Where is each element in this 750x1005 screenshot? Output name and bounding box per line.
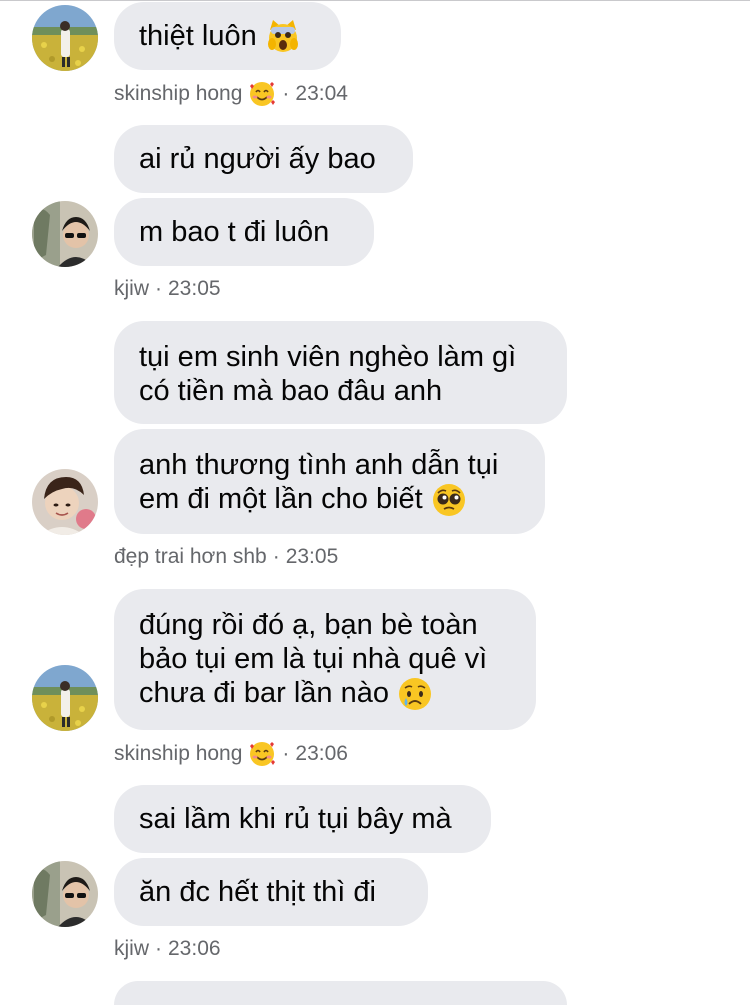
message-bubble[interactable]: m bao t đi luôn [114, 198, 374, 266]
message-bubble[interactable]: sai lầm khi rủ tụi bây mà [114, 785, 491, 853]
message-text: ai rủ người ấy bao [139, 143, 376, 175]
scream-emoji-icon [265, 18, 301, 54]
timestamp: 23:05 [168, 277, 221, 300]
message-meta: kjiw · 23:05 [114, 277, 221, 300]
sender-name: kjiw [114, 277, 149, 300]
message-line: tụi em sinh viên nghèo làm gì [139, 341, 517, 373]
message-line: bảo tụi em là tụi nhà quê vì [139, 643, 488, 675]
message-text: ăn đc hết thịt thì đi [139, 876, 376, 908]
message-line-with-emoji: chưa đi bar lần nào [139, 676, 511, 712]
top-divider [0, 0, 750, 1]
message-bubble[interactable]: đúng rồi đó ạ, bạn bè toàn bảo tụi em là… [114, 589, 536, 730]
message-bubble[interactable]: anh thương tình anh dẫn tụi em đi một lầ… [114, 429, 545, 534]
avatar-skinship-hong[interactable] [32, 5, 98, 71]
smiling-face-with-hearts-icon [248, 80, 276, 108]
avatar-sunglasses-photo [32, 201, 98, 267]
avatar-skinship-hong[interactable] [32, 665, 98, 731]
sender-name: kjiw [114, 937, 149, 960]
message-meta: skinship hong · 23:04 [114, 80, 348, 108]
avatar-dep-trai-hon-shb[interactable] [32, 469, 98, 535]
sender-name: đẹp trai hơn shb [114, 545, 267, 568]
message-text: thiệt luôn [139, 20, 257, 52]
message-bubble[interactable]: thiệt luôn [114, 2, 341, 70]
message-line-with-emoji: em đi một lần cho biết [139, 482, 520, 518]
timestamp: 23:06 [168, 937, 221, 960]
message-bubble[interactable]: ai rủ người ấy bao [114, 125, 413, 193]
timestamp: 23:06 [295, 742, 348, 765]
sender-name: skinship hong [114, 742, 243, 765]
avatar-sunglasses-photo [32, 861, 98, 927]
message-bubble[interactable]: ăn đc hết thịt thì đi [114, 858, 428, 926]
crying-face-icon [397, 676, 433, 712]
message-meta: đẹp trai hơn shb · 23:05 [114, 545, 339, 568]
timestamp: 23:05 [285, 545, 339, 568]
timestamp: 23:04 [295, 82, 348, 105]
message-text: sai lầm khi rủ tụi bây mà [139, 803, 452, 835]
message-line: chưa đi bar lần nào [139, 677, 389, 709]
message-meta: skinship hong · 23:06 [114, 740, 348, 768]
sender-name: skinship hong [114, 82, 243, 105]
avatar-portrait-photo [32, 469, 98, 535]
avatar-kjiw[interactable] [32, 861, 98, 927]
message-text: m bao t đi luôn [139, 216, 330, 248]
avatar-field-photo [32, 5, 98, 71]
message-line: có tiền mà bao đâu anh [139, 375, 443, 407]
message-bubble[interactable]: tụi em sinh viên nghèo làm gì có tiền mà… [114, 321, 567, 424]
message-bubble-partial[interactable] [114, 981, 567, 1005]
message-line: em đi một lần cho biết [139, 483, 423, 515]
message-line: đúng rồi đó ạ, bạn bè toàn [139, 609, 478, 641]
message-line: anh thương tình anh dẫn tụi [139, 449, 499, 481]
avatar-field-photo [32, 665, 98, 731]
pleading-face-icon [431, 482, 467, 518]
smiling-face-with-hearts-icon [248, 740, 276, 768]
avatar-kjiw[interactable] [32, 201, 98, 267]
message-meta: kjiw · 23:06 [114, 937, 221, 960]
